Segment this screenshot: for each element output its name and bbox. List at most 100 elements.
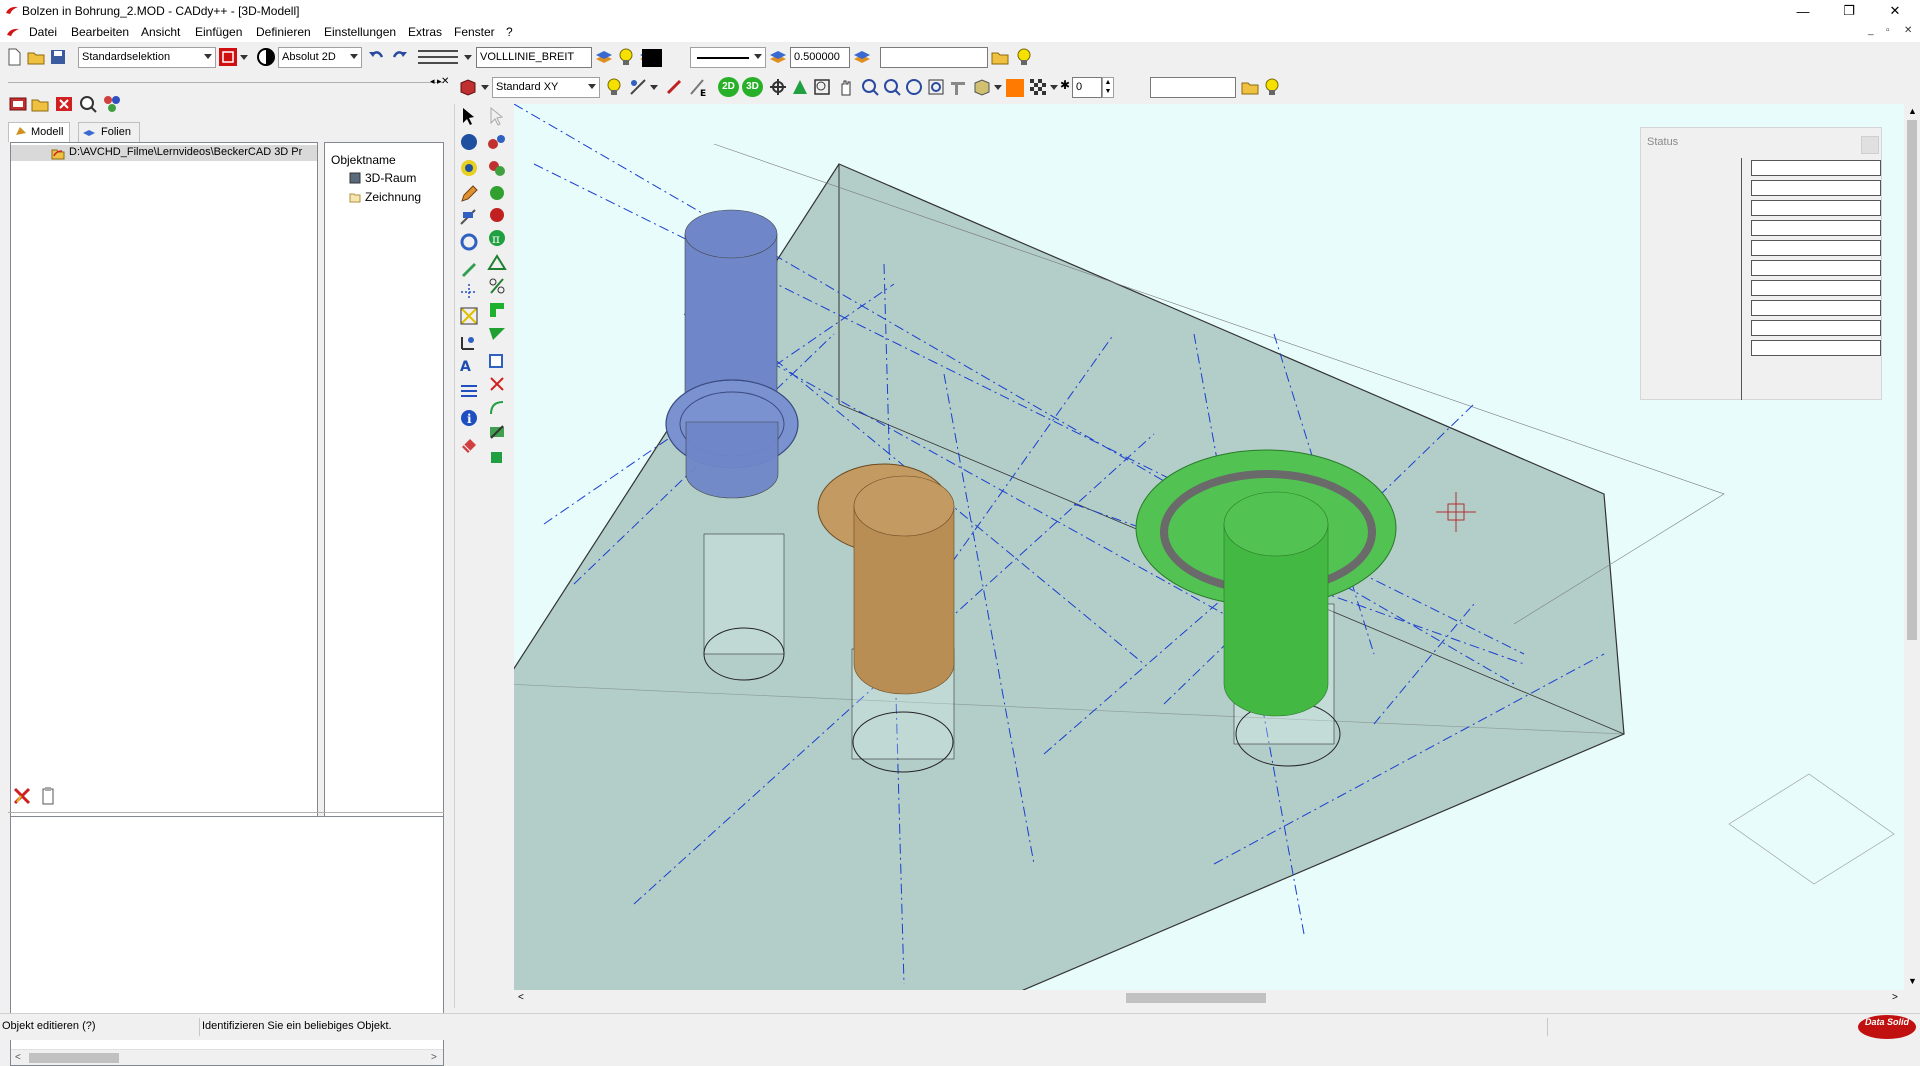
render-mode-dropdown-icon[interactable] xyxy=(994,85,1002,90)
status-field-4[interactable] xyxy=(1751,220,1881,236)
pi-tool-icon[interactable]: π xyxy=(487,228,507,248)
selection-filter-dropdown-icon[interactable] xyxy=(240,55,248,60)
selection-filter-icon[interactable] xyxy=(218,47,238,67)
triangle-tool-icon[interactable] xyxy=(487,252,507,272)
zoom-extents-icon[interactable] xyxy=(926,77,946,97)
menu-ansicht[interactable]: Ansicht xyxy=(141,25,180,39)
viewport-horizontal-scrollbar[interactable]: < > xyxy=(514,990,1904,1006)
select-arrow-icon[interactable] xyxy=(459,106,479,126)
status-field-3[interactable] xyxy=(1751,200,1881,216)
line-width-stack-icon[interactable] xyxy=(852,47,872,67)
green-wedge-icon[interactable] xyxy=(487,324,507,344)
view-search-field[interactable] xyxy=(1150,77,1236,98)
status-field-9[interactable] xyxy=(1751,320,1881,336)
status-field-6[interactable] xyxy=(1751,260,1881,276)
status-field-10[interactable] xyxy=(1751,340,1881,356)
crosshair-tool-icon[interactable] xyxy=(459,282,479,302)
snap-dropdown-icon[interactable] xyxy=(650,85,658,90)
cut-tool-icon[interactable] xyxy=(487,374,507,394)
status-panel-close-button[interactable] xyxy=(1861,136,1879,154)
menu-definieren[interactable]: Definieren xyxy=(256,25,311,39)
status-field-2[interactable] xyxy=(1751,180,1881,196)
menu-einfuegen[interactable]: Einfügen xyxy=(195,25,242,39)
viewport-vertical-scrollbar[interactable]: ▲ ▼ xyxy=(1904,104,1920,990)
edge-tool-icon[interactable]: E xyxy=(688,77,708,97)
grid-icon[interactable] xyxy=(416,47,464,67)
hscroll-right-arrow-icon[interactable]: > xyxy=(1892,992,1898,1003)
vscroll-down-arrow-icon[interactable]: ▼ xyxy=(1908,976,1917,986)
close-button[interactable]: ✕ xyxy=(1872,0,1918,22)
transform-tool-icon[interactable] xyxy=(459,232,479,252)
percent-tool-icon[interactable] xyxy=(487,276,507,296)
status-field-5[interactable] xyxy=(1751,240,1881,256)
pencil-tool-icon[interactable] xyxy=(459,184,479,204)
view-3d-button[interactable]: 3D xyxy=(742,77,763,97)
mdi-minimize-button[interactable]: _ xyxy=(1868,25,1874,36)
orbit-icon[interactable] xyxy=(768,77,788,97)
prop-scroll-right-arrow-icon[interactable]: > xyxy=(431,1052,437,1063)
status-field-1[interactable] xyxy=(1751,160,1881,176)
coord-mode-select[interactable]: Absolut 2D xyxy=(278,47,362,68)
boolean-tools-icon[interactable] xyxy=(487,158,507,178)
zoom-out-icon[interactable] xyxy=(882,77,902,97)
tree-row-selected[interactable]: D:\AVCHD_Filme\Lernvideos\BeckerCAD 3D P… xyxy=(11,145,317,161)
minimize-button[interactable]: — xyxy=(1780,0,1826,22)
delete-object-icon[interactable] xyxy=(54,94,74,114)
menu-datei[interactable]: Datei xyxy=(29,25,57,39)
menu-bearbeiten[interactable]: Bearbeiten xyxy=(71,25,129,39)
line-width-field[interactable]: 0.500000 xyxy=(790,47,850,68)
layer-light-icon[interactable] xyxy=(1014,47,1034,67)
info-tool-icon[interactable]: i xyxy=(459,408,479,428)
open-folder-icon[interactable] xyxy=(26,47,46,67)
vscroll-up-arrow-icon[interactable]: ▲ xyxy=(1908,106,1917,116)
green-sphere-icon[interactable] xyxy=(487,182,507,202)
green-corner-icon[interactable] xyxy=(487,300,507,320)
folder-tree-icon[interactable] xyxy=(30,94,50,114)
zoom-in-icon[interactable] xyxy=(860,77,880,97)
view-light-icon[interactable] xyxy=(1262,77,1282,97)
text-tool-icon[interactable]: A xyxy=(459,356,479,376)
menu-fenster[interactable]: Fenster xyxy=(454,25,495,39)
select-ghost-icon[interactable] xyxy=(487,106,507,126)
remove-object-icon[interactable] xyxy=(12,786,32,806)
pan-hand-icon[interactable] xyxy=(836,77,856,97)
rotate-view-icon[interactable] xyxy=(459,158,479,178)
new-file-icon[interactable] xyxy=(4,47,24,67)
object-item-3d-raum[interactable]: 3D-Raum xyxy=(365,171,416,185)
coordinate-tool-icon[interactable] xyxy=(459,332,479,352)
render-mode-icon[interactable] xyxy=(972,77,992,97)
solid-tools-icon[interactable] xyxy=(487,132,507,152)
status-field-7[interactable] xyxy=(1751,280,1881,296)
clip-plane-icon[interactable] xyxy=(948,77,968,97)
redo-icon[interactable] xyxy=(390,47,410,67)
restore-button[interactable]: ❐ xyxy=(1826,0,1872,22)
steel-block[interactable] xyxy=(514,163,1625,990)
undo-icon[interactable] xyxy=(366,47,386,67)
status-field-8[interactable] xyxy=(1751,300,1881,316)
snap-tool-icon[interactable] xyxy=(459,306,479,326)
mdi-restore-button[interactable]: ▫ xyxy=(1886,25,1890,36)
object-item-zeichnung[interactable]: Zeichnung xyxy=(365,190,421,204)
save-icon[interactable] xyxy=(48,47,68,67)
view-2d-button[interactable]: 2D xyxy=(718,77,739,97)
red-sphere-icon[interactable] xyxy=(487,204,507,224)
view-plane-select[interactable]: Standard XY xyxy=(492,77,600,98)
search-object-icon[interactable] xyxy=(78,94,98,114)
viewport-hscroll-thumb[interactable] xyxy=(1126,993,1266,1003)
line-style-select[interactable] xyxy=(690,47,766,68)
viewport-vscroll-thumb[interactable] xyxy=(1907,120,1917,640)
hatch-tool-icon[interactable] xyxy=(459,382,479,402)
properties-scroll-thumb[interactable] xyxy=(29,1053,119,1063)
zoom-window-icon[interactable] xyxy=(812,77,832,97)
zoom-all-icon[interactable] xyxy=(904,77,924,97)
hscroll-left-arrow-icon[interactable]: < xyxy=(518,992,524,1003)
model-browser-icon[interactable] xyxy=(8,94,28,114)
hatch-dropdown-icon[interactable] xyxy=(1050,85,1058,90)
view-cube-icon[interactable] xyxy=(458,77,478,97)
layer-stack-icon[interactable] xyxy=(594,47,614,67)
menu-extras[interactable]: Extras xyxy=(408,25,442,39)
color-swatch[interactable] xyxy=(642,49,662,67)
sphere-tool-icon[interactable] xyxy=(459,132,479,152)
panel-pin-icon[interactable]: ◂ ▸ xyxy=(430,76,442,87)
view-folder-icon[interactable] xyxy=(1240,77,1260,97)
